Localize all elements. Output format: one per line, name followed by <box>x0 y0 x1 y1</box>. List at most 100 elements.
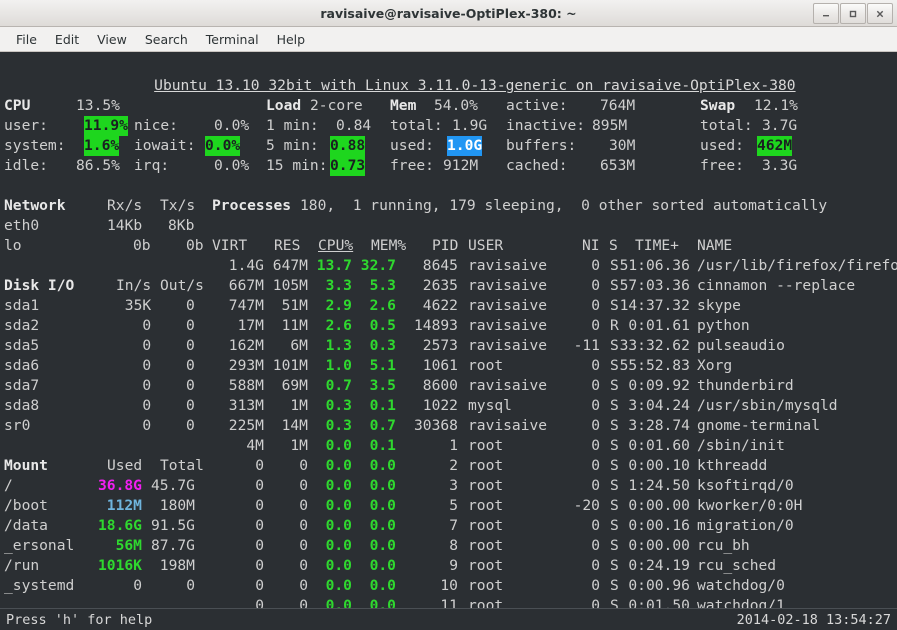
proc-cpu: 0.3 <box>326 396 352 416</box>
table-row[interactable]: sda700588M69M0.73.58600ravisaive0S0:09.9… <box>0 376 897 396</box>
load-15min-key: 15 min: <box>266 156 328 176</box>
mount-total: 91.5G <box>151 516 195 536</box>
menu-item-terminal[interactable]: Terminal <box>197 30 268 49</box>
load-cores: 2-core <box>310 96 363 116</box>
mem-active-key: active: <box>506 96 568 116</box>
mem-free-value: 912M <box>443 156 478 176</box>
table-row[interactable]: /boot112M180M000.00.05root-20S0:00.00kwo… <box>0 496 897 516</box>
proc-pid: 2 <box>449 456 458 476</box>
proc-ni: 0 <box>591 256 600 276</box>
disk-dev: sda1 <box>4 296 39 316</box>
table-row[interactable]: _ersonal56M87.7G000.00.08root0S0:00.00rc… <box>0 536 897 556</box>
proc-pid: 30368 <box>414 416 458 436</box>
mem-buffers-value: 30M <box>609 136 635 156</box>
cpu-iowait-value: 0.0% <box>205 136 240 156</box>
disk-out: 0 <box>186 336 195 356</box>
load-15min-value: 0.73 <box>330 156 365 176</box>
table-row[interactable]: 4M1M0.00.11root0S0:01.60/sbin/init <box>0 436 897 456</box>
network-tx-eth0: 8Kb <box>168 216 194 236</box>
proc-state: S <box>610 296 619 316</box>
minimize-button[interactable] <box>813 3 839 24</box>
proc-col-ni[interactable]: NI <box>582 236 600 256</box>
disk-in: 0 <box>142 416 151 436</box>
mount-point: _systemd <box>4 576 74 596</box>
proc-col-res[interactable]: RES <box>274 236 300 256</box>
menu-item-search[interactable]: Search <box>136 30 197 49</box>
menu-item-edit[interactable]: Edit <box>46 30 88 49</box>
mount-total: 180M <box>160 496 195 516</box>
disk-in: 0 <box>142 396 151 416</box>
mem-used-value: 1.0G <box>447 136 482 156</box>
proc-pid: 8 <box>449 536 458 556</box>
cpu-nice-key: nice: <box>134 116 178 136</box>
disk-out: 0 <box>186 376 195 396</box>
network-tx-lo: 0b <box>186 236 204 256</box>
table-row[interactable]: sda20017M11M2.60.514893ravisaive0R0:01.6… <box>0 316 897 336</box>
proc-col-user[interactable]: USER <box>468 236 503 256</box>
proc-cpu: 0.3 <box>326 416 352 436</box>
proc-user: root <box>468 576 503 596</box>
close-button[interactable] <box>867 3 893 24</box>
proc-col-virt[interactable]: VIRT <box>212 236 247 256</box>
proc-cpu: 0.0 <box>326 516 352 536</box>
disk-dev: sr0 <box>4 416 30 436</box>
table-row[interactable]: MountUsedTotal000.00.02root0S0:00.10kthr… <box>0 456 897 476</box>
menu-item-file[interactable]: File <box>7 30 46 49</box>
proc-pid: 8600 <box>423 376 458 396</box>
network-label: Network <box>4 196 66 216</box>
proc-col-name[interactable]: NAME <box>697 236 732 256</box>
table-row[interactable]: Disk I/OIn/sOut/s667M105M3.35.32635ravis… <box>0 276 897 296</box>
proc-mem: 5.1 <box>370 356 396 376</box>
proc-pid: 1 <box>449 436 458 456</box>
table-row[interactable]: sda800313M1M0.30.11022mysql0S3:04.24/usr… <box>0 396 897 416</box>
table-row[interactable]: 1.4G647M13.732.78645ravisaive0S51:06.36/… <box>0 256 897 276</box>
network-iface-lo: lo <box>4 236 22 256</box>
proc-name: kworker/0:0H <box>697 496 802 516</box>
cpu-user-key: user: <box>4 116 48 136</box>
mem-cached-key: cached: <box>506 156 568 176</box>
menu-item-view[interactable]: View <box>88 30 136 49</box>
proc-col-cpu[interactable]: CPU% <box>318 236 353 256</box>
mem-active-value: 764M <box>600 96 635 116</box>
maximize-button[interactable] <box>840 3 866 24</box>
table-row[interactable]: sr000225M14M0.30.730368ravisaive0S3:28.7… <box>0 416 897 436</box>
table-row[interactable]: /36.8G45.7G000.00.03root0S1:24.50ksoftir… <box>0 476 897 496</box>
table-row[interactable]: sda600293M101M1.05.11061root0S55:52.83Xo… <box>0 356 897 376</box>
datetime: 2014-02-18 13:54:27 <box>737 612 891 628</box>
mem-used-key: used: <box>390 136 434 156</box>
disk-in: 0 <box>142 376 151 396</box>
proc-col-pid[interactable]: PID <box>432 236 458 256</box>
load-5min-value: 0.88 <box>330 136 365 156</box>
table-row[interactable]: sda135K0747M51M2.92.64622ravisaive0S14:3… <box>0 296 897 316</box>
proc-cpu: 3.3 <box>326 276 352 296</box>
proc-state: S <box>610 416 619 436</box>
proc-virt: 0 <box>255 456 264 476</box>
network-rx-lo: 0b <box>133 236 151 256</box>
table-row[interactable]: /run1016K198M000.00.09root0S0:24.19rcu_s… <box>0 556 897 576</box>
proc-col-s[interactable]: S <box>609 236 618 256</box>
proc-virt: 162M <box>229 336 264 356</box>
table-row[interactable]: sda500162M6M1.30.32573ravisaive-11S33:32… <box>0 336 897 356</box>
terminal-window: ravisaive@ravisaive-OptiPlex-380: ~ File… <box>0 0 897 630</box>
proc-state: S <box>610 496 619 516</box>
proc-pid: 1061 <box>423 356 458 376</box>
mem-total-key: total: <box>390 116 443 136</box>
proc-col-time[interactable]: TIME+ <box>635 236 679 256</box>
proc-virt: 588M <box>229 376 264 396</box>
proc-cpu: 0.0 <box>326 576 352 596</box>
terminal-content[interactable]: Ubuntu 13.10 32bit with Linux 3.11.0-13-… <box>0 52 897 630</box>
proc-name: kthreadd <box>697 456 767 476</box>
proc-res: 6M <box>290 336 308 356</box>
proc-cpu: 0.7 <box>326 376 352 396</box>
disk-out: 0 <box>186 396 195 416</box>
menu-item-help[interactable]: Help <box>268 30 315 49</box>
proc-user: root <box>468 556 503 576</box>
table-row[interactable]: _systemd00000.00.010root0S0:00.96watchdo… <box>0 576 897 596</box>
cpu-nice-value: 0.0% <box>214 116 249 136</box>
proc-mem: 0.5 <box>370 316 396 336</box>
terminal-body-rows: 1.4G647M13.732.78645ravisaive0S51:06.36/… <box>0 256 897 630</box>
proc-col-mem[interactable]: MEM% <box>371 236 406 256</box>
proc-user: ravisaive <box>468 276 547 296</box>
proc-virt: 225M <box>229 416 264 436</box>
table-row[interactable]: /data18.6G91.5G000.00.07root0S0:00.16mig… <box>0 516 897 536</box>
